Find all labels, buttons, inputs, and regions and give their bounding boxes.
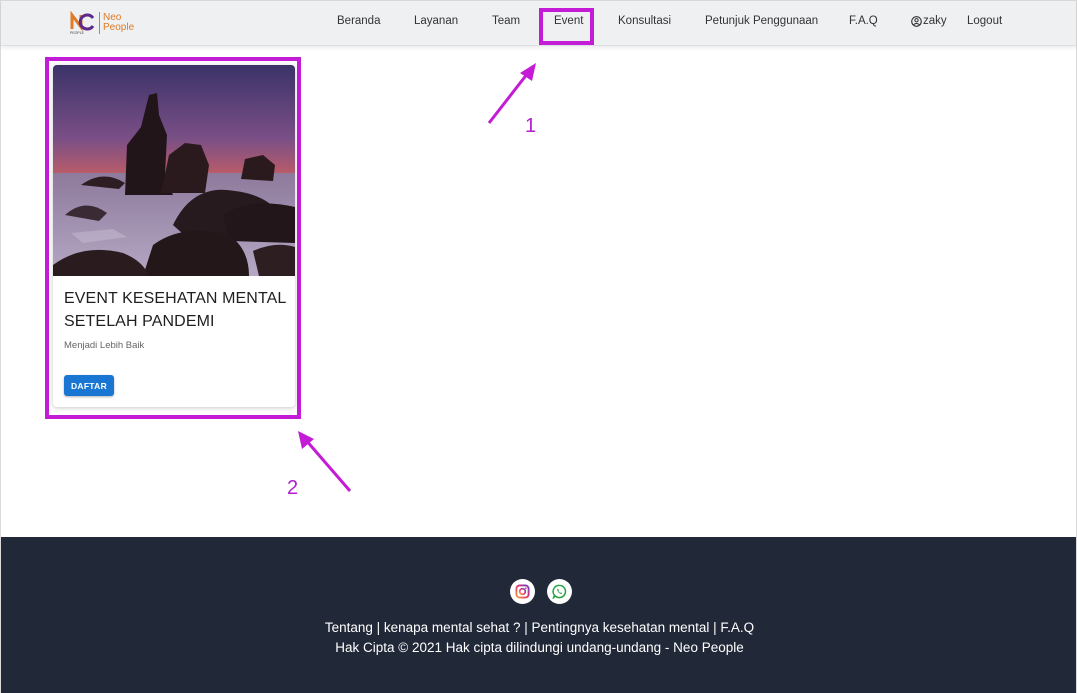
footer-links[interactable]: Tentang | kenapa mental sehat ? | Pentin…: [1, 620, 1077, 635]
nav-logout[interactable]: Logout: [967, 15, 1002, 27]
annotation-arrow-2: [298, 431, 352, 492]
user-icon: [911, 15, 922, 27]
nav-beranda[interactable]: Beranda: [337, 15, 380, 27]
user-name: zaky: [923, 15, 947, 27]
nav-konsultasi[interactable]: Konsultasi: [618, 15, 671, 27]
event-title: EVENT KESEHATAN MENTAL SETELAH PANDEMI: [64, 290, 286, 330]
coastal-rock-sunset-image: [53, 65, 295, 276]
annotation-label-2: 2: [287, 477, 299, 499]
nav-faq[interactable]: F.A.Q: [849, 15, 878, 27]
nav-team[interactable]: Team: [492, 15, 520, 27]
event-subtitle: Menjadi Lebih Baik: [64, 340, 145, 351]
whatsapp-link[interactable]: [547, 579, 572, 604]
page: PEOPLE Neo People Beranda Layanan Team E…: [0, 0, 1077, 693]
highlight-box-event: [539, 8, 594, 45]
event-card[interactable]: EVENT KESEHATAN MENTAL SETELAH PANDEMI M…: [53, 65, 295, 407]
nav-layanan[interactable]: Layanan: [414, 15, 458, 27]
annotation-label-1: 1: [525, 115, 537, 137]
footer: Tentang | kenapa mental sehat ? | Pentin…: [1, 537, 1076, 693]
footer-copyright: Hak Cipta © 2021 Hak cipta dilindungi un…: [335, 640, 744, 655]
daftar-button[interactable]: DAFTAR: [64, 375, 114, 396]
logo-small-text: PEOPLE: [70, 31, 85, 35]
logo-word-people: People: [103, 22, 135, 33]
logo-divider: [99, 12, 100, 34]
nav-user[interactable]: zaky: [911, 15, 947, 27]
logo-mark-icon: PEOPLE: [70, 10, 96, 35]
instagram-link[interactable]: [510, 579, 535, 604]
whatsapp-icon: [552, 584, 567, 599]
brand-logo[interactable]: PEOPLE Neo People: [70, 10, 134, 35]
instagram-icon: [515, 584, 530, 599]
logo-wordmark: Neo People: [103, 13, 134, 33]
nav-petunjuk-penggunaan[interactable]: Petunjuk Penggunaan: [705, 15, 818, 27]
